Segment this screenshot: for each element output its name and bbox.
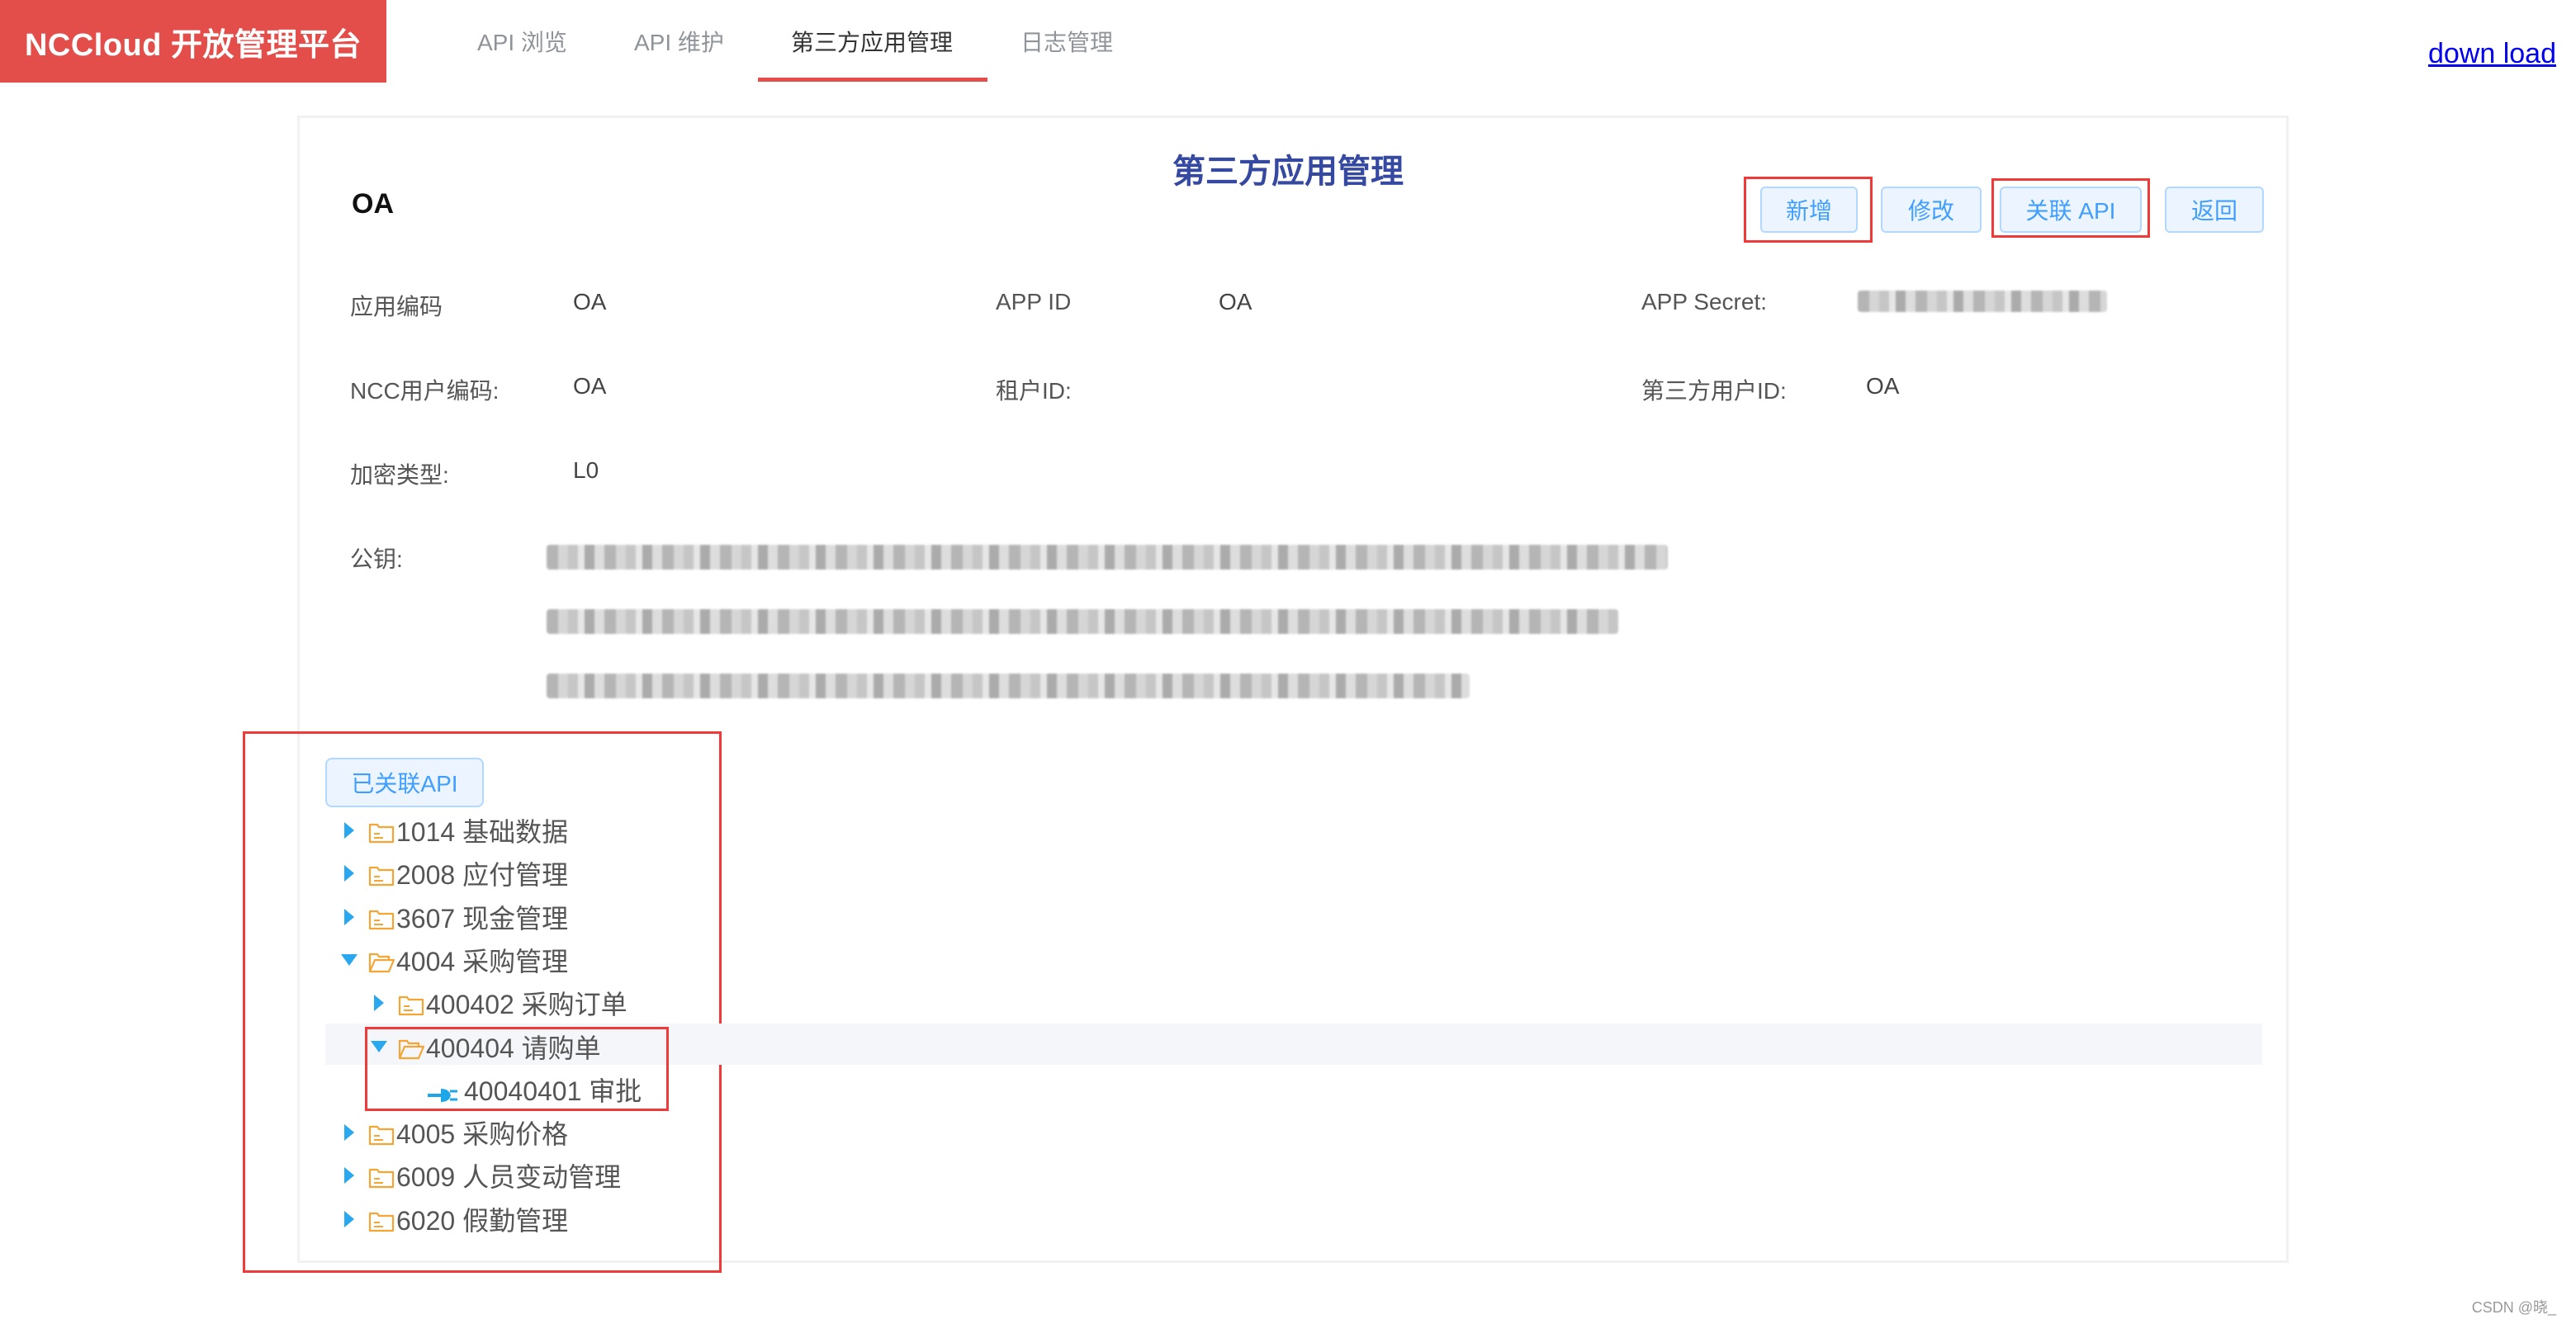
third-user-id-value: OA bbox=[1866, 373, 1900, 399]
active-tab-indicator bbox=[758, 78, 987, 82]
plug-icon bbox=[428, 1080, 459, 1102]
tab-third-party-apps[interactable]: 第三方应用管理 bbox=[791, 0, 953, 83]
tree-node-label: 4005 采购价格 bbox=[396, 1119, 569, 1150]
folder-icon bbox=[368, 1122, 395, 1146]
folder-icon bbox=[368, 820, 395, 844]
caret-spacer bbox=[398, 1068, 419, 1111]
tree-node[interactable]: 1014 基础数据 bbox=[339, 809, 568, 852]
selected-row-background bbox=[325, 1024, 2262, 1065]
caret-right-icon[interactable] bbox=[368, 981, 390, 1024]
folder-icon bbox=[368, 1165, 395, 1189]
add-button[interactable]: 新增 bbox=[1760, 187, 1858, 233]
tree-node-label: 400404 请购单 bbox=[426, 1033, 601, 1063]
tree-node-label: 4004 采购管理 bbox=[396, 946, 569, 976]
tree-node[interactable]: 6009 人员变动管理 bbox=[339, 1154, 621, 1197]
app-code-value: OA bbox=[573, 289, 607, 314]
tree-node-label: 2008 应付管理 bbox=[396, 860, 569, 891]
app-name: OA bbox=[352, 188, 394, 220]
tree-node[interactable]: 6020 假勤管理 bbox=[339, 1198, 568, 1241]
back-button[interactable]: 返回 bbox=[2165, 187, 2264, 233]
tenant-id-label: 租户ID: bbox=[996, 378, 1072, 404]
tree-node-label: 400402 采购订单 bbox=[426, 990, 627, 1020]
tree-node[interactable]: 4004 采购管理 bbox=[339, 939, 568, 981]
tree-node-label: 6020 假勤管理 bbox=[396, 1205, 569, 1236]
watermark: CSDN @晓_ bbox=[2471, 1299, 2556, 1316]
caret-right-icon[interactable] bbox=[339, 1198, 360, 1241]
tab-log-management[interactable]: 日志管理 bbox=[1020, 0, 1113, 83]
tree-node[interactable]: 4005 采购价格 bbox=[339, 1111, 568, 1154]
brand-logo[interactable]: NCCloud 开放管理平台 bbox=[0, 0, 386, 83]
tree-node[interactable]: 400404 请购单 bbox=[368, 1025, 601, 1068]
folder-icon bbox=[368, 1208, 395, 1232]
link-api-button[interactable]: 关联 API bbox=[2000, 187, 2142, 233]
caret-right-icon[interactable] bbox=[339, 896, 360, 939]
public-key-line-2-redacted bbox=[547, 609, 1618, 634]
caret-right-icon[interactable] bbox=[339, 1111, 360, 1154]
tab-api-browse[interactable]: API 浏览 bbox=[477, 0, 567, 83]
tree-node[interactable]: 3607 现金管理 bbox=[339, 896, 568, 939]
page-title: 第三方应用管理 bbox=[1172, 154, 1404, 190]
ncc-user-code-label: NCC用户编码: bbox=[350, 378, 500, 404]
caret-right-icon[interactable] bbox=[339, 1154, 360, 1197]
folder-icon bbox=[398, 992, 424, 1016]
app-id-label: APP ID bbox=[996, 289, 1072, 314]
app-secret-value-redacted bbox=[1858, 291, 2107, 312]
folder-icon bbox=[368, 863, 395, 887]
app-secret-label: APP Secret: bbox=[1641, 289, 1768, 314]
public-key-label: 公钥: bbox=[350, 546, 403, 572]
caret-down-icon[interactable] bbox=[339, 939, 360, 981]
ncc-user-code-value: OA bbox=[573, 373, 607, 399]
download-link[interactable]: down load bbox=[2428, 38, 2556, 70]
tree-node[interactable]: 400402 采购订单 bbox=[368, 981, 627, 1024]
tree-node[interactable]: 2008 应付管理 bbox=[339, 852, 568, 895]
folder-open-icon bbox=[368, 949, 395, 972]
tree-node-label: 6009 人员变动管理 bbox=[396, 1162, 622, 1193]
encrypt-type-label: 加密类型: bbox=[350, 462, 449, 488]
public-key-line-3-redacted bbox=[547, 674, 1470, 698]
tree-node-label: 1014 基础数据 bbox=[396, 817, 569, 847]
caret-right-icon[interactable] bbox=[339, 809, 360, 852]
tree-node-label: 3607 现金管理 bbox=[396, 903, 569, 934]
public-key-line-1-redacted bbox=[547, 545, 1668, 570]
folder-icon bbox=[368, 906, 395, 929]
tab-api-maintain[interactable]: API 维护 bbox=[634, 0, 724, 83]
edit-button[interactable]: 修改 bbox=[1881, 187, 1982, 233]
third-user-id-label: 第三方用户ID: bbox=[1641, 378, 1787, 404]
tree-node-label: 40040401 审批 bbox=[464, 1076, 642, 1106]
encrypt-type-value: L0 bbox=[573, 457, 599, 483]
app-id-value: OA bbox=[1219, 289, 1252, 314]
folder-open-icon bbox=[398, 1036, 425, 1059]
app-code-label: 应用编码 bbox=[350, 294, 443, 319]
caret-down-icon[interactable] bbox=[368, 1025, 390, 1068]
caret-right-icon[interactable] bbox=[339, 852, 360, 895]
tree-node[interactable]: 40040401 审批 bbox=[398, 1068, 642, 1111]
linked-api-tag[interactable]: 已关联API bbox=[325, 758, 484, 807]
